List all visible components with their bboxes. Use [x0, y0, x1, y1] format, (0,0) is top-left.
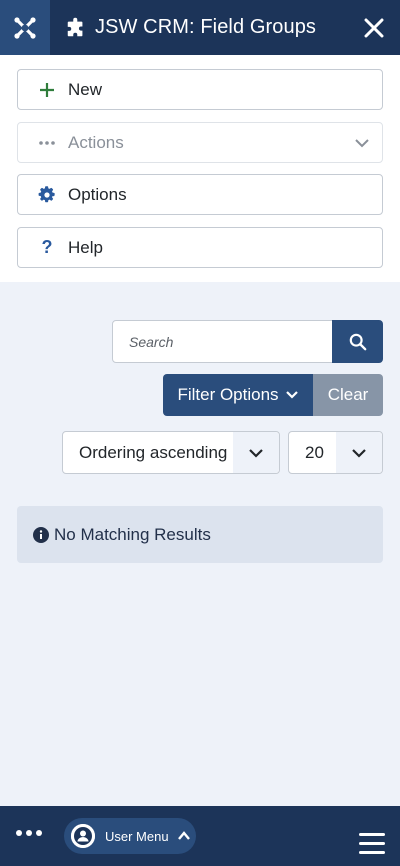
ordering-select-value: Ordering ascending — [79, 442, 228, 462]
no-results-alert: No Matching Results — [17, 506, 383, 563]
user-menu-button[interactable]: User Menu — [64, 818, 196, 854]
options-button[interactable]: Options — [17, 174, 383, 215]
help-button[interactable]: ? Help — [17, 227, 383, 268]
question-icon: ? — [41, 237, 53, 257]
chevron-down-icon — [285, 391, 298, 399]
search-input[interactable] — [112, 320, 333, 363]
bottom-bar — [0, 806, 400, 866]
search-button[interactable] — [332, 320, 383, 363]
filter-options-button[interactable]: Filter Options — [163, 374, 313, 416]
info-icon — [33, 526, 49, 543]
clear-button-label: Clear — [327, 385, 369, 404]
alert-message: No Matching Results — [54, 524, 211, 544]
clear-button[interactable]: Clear — [313, 374, 383, 416]
list-limit-value: 20 — [305, 442, 324, 462]
chevron-down-icon — [336, 432, 382, 473]
ellipsis-icon — [36, 140, 58, 145]
chevron-down-icon — [355, 139, 369, 148]
user-menu-label: User Menu — [105, 828, 169, 844]
page-title-text: JSW CRM: Field Groups — [95, 16, 317, 38]
ordering-select[interactable]: Ordering ascending — [62, 431, 280, 474]
close-icon — [364, 18, 384, 37]
user-icon — [71, 824, 95, 848]
list-limit-select[interactable]: 20 — [288, 431, 383, 474]
menu-icon[interactable] — [359, 833, 385, 855]
toolbar-panel: New Actions Options ? Help — [0, 55, 400, 282]
puzzle-icon — [67, 17, 83, 36]
actions-label: Actions — [68, 132, 124, 152]
chevron-up-icon — [177, 831, 190, 840]
help-button-label: Help — [68, 237, 103, 257]
close-button[interactable] — [354, 0, 394, 55]
new-button[interactable]: New — [17, 69, 383, 110]
chevron-down-icon — [233, 432, 279, 473]
more-icon[interactable] — [16, 830, 42, 836]
app-header: JSW CRM: Field Groups — [0, 0, 400, 55]
filter-options-label: Filter Options — [177, 385, 279, 404]
actions-dropdown[interactable]: Actions — [17, 122, 383, 163]
options-button-label: Options — [68, 184, 127, 204]
gear-icon — [36, 185, 58, 204]
new-button-label: New — [68, 79, 103, 99]
search-icon — [349, 333, 366, 350]
page-title: JSW CRM: Field Groups — [65, 16, 354, 39]
joomla-logo-icon[interactable] — [0, 0, 50, 55]
plus-icon — [36, 82, 58, 98]
